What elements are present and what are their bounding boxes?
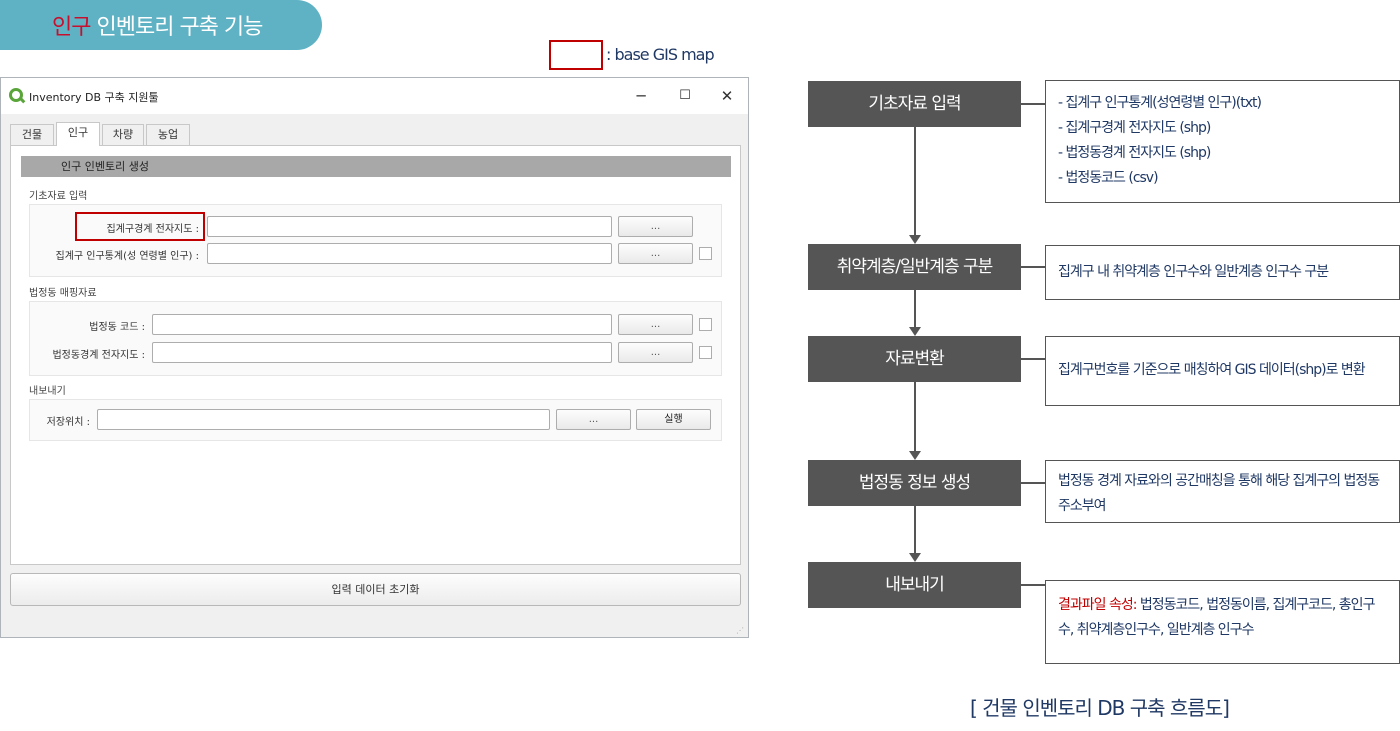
figure-caption: [ 건물 인벤토리 DB 구축 흐름도]: [970, 696, 1230, 720]
browse-button[interactable]: ...: [618, 216, 693, 237]
flow-connector: [914, 506, 916, 554]
flow-connector: [914, 127, 916, 236]
box-text: 집계구번호를 기준으로 매칭하여 GIS 데이터(shp)로 변환: [1058, 362, 1366, 378]
legend-swatch: [549, 40, 603, 70]
arrow-down-icon: [909, 553, 921, 562]
checkbox[interactable]: [699, 247, 712, 260]
flow-connector: [1021, 103, 1045, 105]
group-mapping-label: 법정동 매핑자료: [29, 288, 97, 299]
qgis-icon: [9, 88, 23, 102]
flow-step-input: 기초자료 입력: [808, 81, 1021, 127]
tab-vehicle[interactable]: 차량: [102, 124, 144, 146]
browse-button[interactable]: ...: [618, 243, 693, 264]
checkbox[interactable]: [699, 318, 712, 331]
title-bar: Inventory DB 구축 지원툴 ─ ☐ ✕: [1, 78, 748, 114]
close-button[interactable]: ✕: [704, 84, 750, 108]
section-title: 인구 인벤토리 생성: [21, 156, 731, 177]
legal-dong-desc-box: 법정동 경계 자료와의 공간매칭을 통해 해당 집계구의 법정동 주소부여: [1045, 460, 1400, 523]
list-item: - 법정동코드 (csv): [1058, 170, 1159, 186]
arrow-down-icon: [909, 327, 921, 336]
flow-connector: [1021, 358, 1045, 360]
flow-connector: [914, 290, 916, 328]
flow-step-export: 내보내기: [808, 562, 1021, 608]
minimize-button[interactable]: ─: [618, 84, 664, 108]
arrow-down-icon: [909, 451, 921, 460]
browse-button[interactable]: ...: [618, 342, 693, 363]
tool-window: Inventory DB 구축 지원툴 ─ ☐ ✕ 건물 인구 차량 농업 인구…: [0, 77, 749, 638]
field-label: 법정동 코드 :: [89, 322, 145, 333]
district-boundary-map-input[interactable]: [207, 216, 612, 237]
reset-button[interactable]: 입력 데이터 초기화: [10, 573, 741, 606]
district-population-input[interactable]: [207, 243, 612, 264]
resize-grip[interactable]: ⋰: [736, 626, 744, 635]
page-title-rest: 인벤토리 구축 기능: [96, 15, 263, 40]
flow-step-legal-dong: 법정동 정보 생성: [808, 460, 1021, 506]
arrow-down-icon: [909, 235, 921, 244]
box-text-red: 결과파일 속성:: [1058, 597, 1137, 613]
group-export-label: 내보내기: [29, 386, 66, 397]
input-files-box: - 집계구 인구통계(성연령별 인구)(txt) - 집계구경계 전자지도 (s…: [1045, 80, 1400, 203]
list-item: - 집계구 인구통계(성연령별 인구)(txt): [1058, 95, 1262, 111]
browse-button[interactable]: ...: [556, 409, 631, 430]
legend-text: : base GIS map: [606, 45, 715, 64]
browse-button[interactable]: ...: [618, 314, 693, 335]
flow-connector: [1021, 266, 1045, 268]
list-item: - 집계구경계 전자지도 (shp): [1058, 120, 1211, 136]
checkbox[interactable]: [699, 346, 712, 359]
result-attributes-box: 결과파일 속성: 법정동코드, 법정동이름, 집계구코드, 총인구수, 취약계층…: [1045, 580, 1400, 664]
group-mapping: [29, 301, 722, 376]
box-text: 법정동 경계 자료와의 공간매칭을 통해 해당 집계구의 법정동 주소부여: [1058, 473, 1380, 514]
page-title: 인구 인벤토리 구축 기능: [0, 0, 322, 50]
field-label: 집계구경계 전자지도 :: [106, 224, 199, 235]
box-text: 집계구 내 취약계층 인구수와 일반계층 인구수 구분: [1058, 264, 1329, 280]
legal-dong-boundary-input[interactable]: [152, 342, 612, 363]
convert-desc-box: 집계구번호를 기준으로 매칭하여 GIS 데이터(shp)로 변환: [1045, 336, 1400, 406]
flow-connector: [1021, 584, 1045, 586]
tab-population[interactable]: 인구: [56, 122, 100, 146]
field-label: 집계구 인구통계(성 연령별 인구) :: [55, 251, 200, 262]
flow-connector: [914, 382, 916, 452]
tab-agriculture[interactable]: 농업: [146, 124, 190, 146]
save-location-input[interactable]: [97, 409, 550, 430]
tab-panel: 인구 인벤토리 생성 기초자료 입력 집계구경계 전자지도 : ... 집계구 …: [10, 145, 741, 565]
run-button[interactable]: 실행: [636, 409, 711, 430]
classify-desc-box: 집계구 내 취약계층 인구수와 일반계층 인구수 구분: [1045, 245, 1400, 300]
window-title: Inventory DB 구축 지원툴: [29, 91, 159, 104]
flow-connector: [1021, 482, 1045, 484]
field-label: 저장위치 :: [46, 417, 90, 428]
tab-building[interactable]: 건물: [10, 124, 54, 146]
list-item: - 법정동경계 전자지도 (shp): [1058, 145, 1211, 161]
group-basic-label: 기초자료 입력: [29, 191, 88, 202]
field-label: 법정동경계 전자지도 :: [52, 350, 145, 361]
page-title-red: 인구: [52, 15, 91, 40]
legal-dong-code-input[interactable]: [152, 314, 612, 335]
maximize-button[interactable]: ☐: [662, 84, 708, 108]
flow-step-convert: 자료변환: [808, 336, 1021, 382]
flow-step-classify: 취약계층/일반계층 구분: [808, 244, 1021, 290]
